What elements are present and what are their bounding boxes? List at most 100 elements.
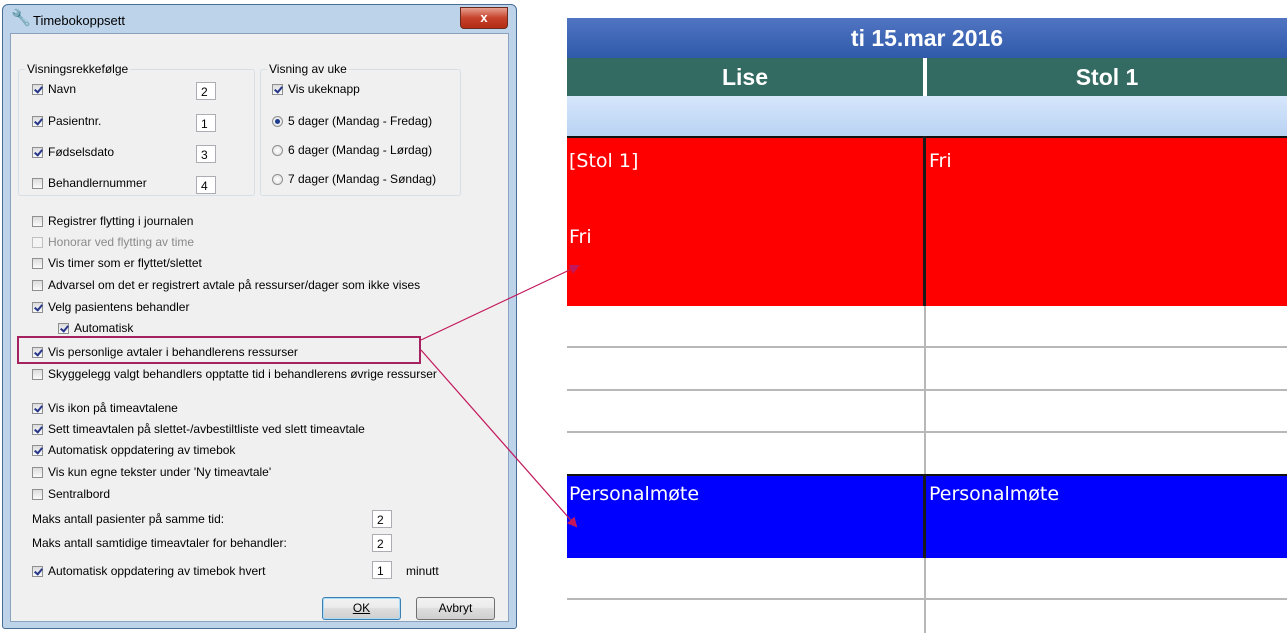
radio-6-days[interactable]: 6 dager (Mandag - Lørdag) xyxy=(272,141,432,159)
checkbox-fodselsdato[interactable]: Fødselsdato xyxy=(32,143,114,161)
grid-line xyxy=(567,431,1287,433)
checkbox-pasientnr[interactable]: Pasientnr. xyxy=(32,112,101,130)
checkbox-automatisk[interactable]: Automatisk xyxy=(58,319,133,337)
order-fodselsdato-input[interactable]: 3 xyxy=(196,145,216,163)
appointment-title-left: Personalmøte xyxy=(569,483,700,505)
radio-label: 6 dager (Mandag - Lørdag) xyxy=(288,143,433,157)
auto-update-interval-input[interactable]: 1 xyxy=(372,561,392,579)
checkbox-box[interactable] xyxy=(32,368,43,380)
auto-update-unit: minutt xyxy=(406,564,439,578)
group-display-order-title: Visningsrekkefølge xyxy=(25,62,131,76)
radio-button[interactable] xyxy=(272,115,283,127)
checkbox-box xyxy=(32,236,43,248)
checkbox-box[interactable] xyxy=(32,146,43,158)
radio-7-days[interactable]: 7 dager (Mandag - Søndag) xyxy=(272,170,436,188)
checkbox-box[interactable] xyxy=(32,444,43,456)
group-week-view-title: Visning av uke xyxy=(267,62,349,76)
max-patients-input[interactable]: 2 xyxy=(372,510,392,528)
checkbox-auto-oppdatering[interactable]: Automatisk oppdatering av timebok xyxy=(32,441,235,459)
checkbox-box[interactable] xyxy=(32,177,43,189)
checkbox-vis-kun-egne[interactable]: Vis kun egne tekster under 'Ny timeavtal… xyxy=(32,463,271,481)
dialog-client-area: Visningsrekkefølge Navn 2 Pasientnr. 1 F… xyxy=(10,33,509,622)
appointment-block-fri-right[interactable] xyxy=(926,136,1287,306)
checkbox-vis-ukeknapp[interactable]: Vis ukeknapp xyxy=(272,80,360,98)
checkbox-box[interactable] xyxy=(32,115,43,127)
checkbox-label: Vis timer som er flyttet/slettet xyxy=(48,256,202,270)
radio-button[interactable] xyxy=(272,173,283,185)
checkbox-box[interactable] xyxy=(32,466,43,478)
ok-button-label: OK xyxy=(352,601,371,615)
checkbox-label: Advarsel om det er registrert avtale på … xyxy=(48,278,421,292)
checkbox-velg-behandler[interactable]: Velg pasientens behandler xyxy=(32,298,189,316)
checkbox-label: Vis kun egne tekster under 'Ny timeavtal… xyxy=(48,465,272,479)
grid-vertical-line xyxy=(924,558,926,633)
checkbox-vis-timer-flyttet[interactable]: Vis timer som er flyttet/slettet xyxy=(32,254,202,272)
checkbox-box[interactable] xyxy=(32,402,43,414)
column-divider xyxy=(923,474,926,558)
checkbox-navn[interactable]: Navn xyxy=(32,80,76,98)
checkbox-label: Vis ukeknapp xyxy=(288,82,360,96)
wrench-icon: 🔧 xyxy=(11,10,31,27)
order-pasientnr-input[interactable]: 1 xyxy=(196,114,216,132)
order-behandlernummer-input[interactable]: 4 xyxy=(196,176,216,194)
schedule-view: ti 15.mar 2016 Lise Stol 1 [Stol 1] Fri … xyxy=(567,0,1287,633)
checkbox-sett-timeavtalen[interactable]: Sett timeavtalen på slettet-/avbestiltli… xyxy=(32,420,365,438)
appointment-status-left: Fri xyxy=(569,226,592,248)
checkbox-label: Vis ikon på timeavtalene xyxy=(48,401,178,415)
ok-button[interactable]: OK xyxy=(322,597,401,620)
checkbox-label: Behandlernummer xyxy=(48,176,147,190)
max-concurrent-label: Maks antall samtidige timeavtaler for be… xyxy=(32,536,287,550)
checkbox-behandlernummer[interactable]: Behandlernummer xyxy=(32,174,147,192)
checkbox-box[interactable] xyxy=(32,83,43,95)
checkbox-label: Sett timeavtalen på slettet-/avbestiltli… xyxy=(48,422,365,436)
all-day-band xyxy=(567,96,1287,136)
checkbox-sentralbord[interactable]: Sentralbord xyxy=(32,485,110,503)
radio-label: 5 dager (Mandag - Fredag) xyxy=(288,114,433,128)
grid-line xyxy=(567,598,1287,600)
checkbox-label: Skyggelegg valgt behandlers opptatte tid… xyxy=(48,367,437,381)
checkbox-label: Honorar ved flytting av time xyxy=(48,235,195,249)
checkbox-box[interactable] xyxy=(32,215,43,227)
max-concurrent-input[interactable]: 2 xyxy=(372,534,392,552)
checkbox-label: Automatisk oppdatering av timebok hvert xyxy=(48,564,266,578)
checkbox-box[interactable] xyxy=(32,301,43,313)
checkbox-box[interactable] xyxy=(32,257,43,269)
checkbox-vis-ikon[interactable]: Vis ikon på timeavtalene xyxy=(32,399,178,417)
schedule-date-header: ti 15.mar 2016 xyxy=(567,18,1287,58)
grid-line xyxy=(567,389,1287,391)
checkbox-auto-oppdatering-hvert[interactable]: Automatisk oppdatering av timebok hvert xyxy=(32,562,265,580)
checkbox-label: Pasientnr. xyxy=(48,114,102,128)
dialog-title: Timebokoppsett xyxy=(33,13,126,28)
title-bar[interactable]: 🔧 Timebokoppsett x xyxy=(3,5,516,35)
checkbox-box[interactable] xyxy=(32,279,43,291)
checkbox-registrer-flytting[interactable]: Registrer flytting i journalen xyxy=(32,212,193,230)
checkbox-box[interactable] xyxy=(32,423,43,435)
radio-label: 7 dager (Mandag - Søndag) xyxy=(288,172,437,186)
column-header-stol-1[interactable]: Stol 1 xyxy=(927,58,1287,96)
checkbox-label: Automatisk xyxy=(74,321,134,335)
close-button[interactable]: x xyxy=(460,7,508,29)
appointment-title-right: Personalmøte xyxy=(929,483,1060,505)
checkbox-box[interactable] xyxy=(32,565,43,577)
appointment-status-right: Fri xyxy=(929,150,952,172)
checkbox-box[interactable] xyxy=(32,488,43,500)
cancel-button-label: Avbryt xyxy=(438,601,473,615)
annotation-highlight-box xyxy=(17,336,421,364)
column-divider xyxy=(923,136,926,306)
checkbox-skyggelegg[interactable]: Skyggelegg valgt behandlers opptatte tid… xyxy=(32,365,437,383)
checkbox-label: Navn xyxy=(48,82,77,96)
checkbox-honorar-flytting: Honorar ved flytting av time xyxy=(32,233,194,251)
checkbox-label: Velg pasientens behandler xyxy=(48,300,190,314)
appointment-resource-label: [Stol 1] xyxy=(569,150,639,172)
checkbox-label: Automatisk oppdatering av timebok xyxy=(48,443,236,457)
column-header-lise[interactable]: Lise xyxy=(567,58,925,96)
checkbox-box[interactable] xyxy=(272,83,283,95)
checkbox-label: Registrer flytting i journalen xyxy=(48,214,194,228)
grid-line xyxy=(567,346,1287,348)
radio-button[interactable] xyxy=(272,144,283,156)
radio-5-days[interactable]: 5 dager (Mandag - Fredag) xyxy=(272,112,432,130)
checkbox-advarsel[interactable]: Advarsel om det er registrert avtale på … xyxy=(32,276,420,294)
cancel-button[interactable]: Avbryt xyxy=(416,597,495,620)
order-navn-input[interactable]: 2 xyxy=(196,82,216,100)
checkbox-box[interactable] xyxy=(58,322,69,334)
